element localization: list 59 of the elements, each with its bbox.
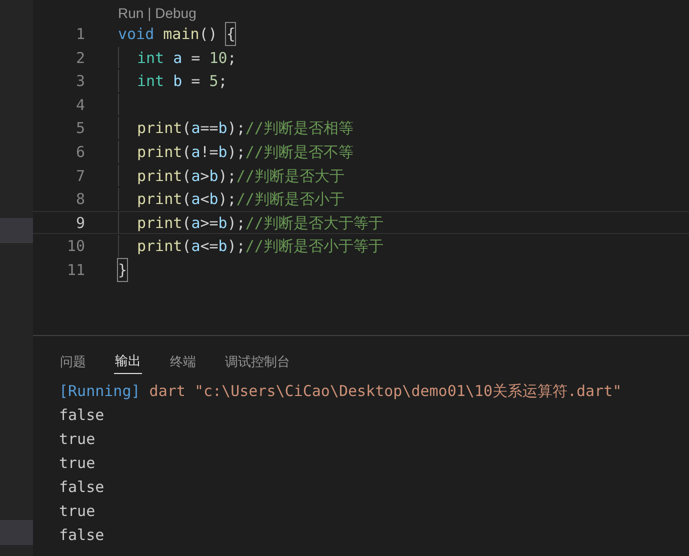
output-line: [Running] dart "c:\Users\CiCao\Desktop\demo01\10关系运算符.dart" [59, 381, 623, 402]
line-number: 5 [74, 118, 85, 139]
variable-name: a [173, 48, 182, 68]
line-number: 8 [74, 189, 85, 210]
output-line: true [59, 501, 96, 522]
line-number: 4 [74, 94, 85, 116]
output-line: true [59, 453, 96, 474]
function-name: print [137, 166, 182, 186]
panel-tab[interactable]: 调试控制台 [224, 349, 291, 374]
variable-name: b [218, 118, 228, 139]
output-line: false [59, 525, 106, 546]
matched-bracket: { [226, 23, 236, 45]
line-number: 3 [74, 71, 85, 92]
function-name: print [137, 189, 182, 210]
line-number: 2 [74, 48, 85, 68]
panel-tab[interactable]: 问题 [59, 349, 87, 374]
line-number: 7 [74, 166, 85, 186]
sidebar-row-highlight[interactable] [0, 218, 33, 243]
variable-name: b [209, 166, 218, 186]
panel-tab[interactable]: 终端 [169, 349, 197, 374]
output-line: true [59, 429, 96, 450]
line-number: 9 [74, 212, 85, 234]
variable-name: a [191, 118, 200, 139]
type-name: int [137, 48, 166, 68]
number-literal: 10 [209, 48, 228, 68]
line-number: 10 [66, 236, 85, 257]
variable-name: b [209, 189, 218, 210]
output-line: false [59, 405, 106, 426]
number-literal: 5 [209, 71, 218, 92]
variable-name: b [218, 212, 228, 234]
code-comment: //判断是否小于等于 [245, 236, 384, 257]
variable-name: a [191, 166, 200, 186]
line-number: 6 [74, 142, 85, 163]
code-comment: //判断是否小于 [236, 189, 344, 210]
code-comment: //判断是否大于等于 [245, 212, 384, 234]
variable-name: b [218, 236, 228, 257]
function-name: print [137, 118, 182, 139]
code-comment: //判断是否不等 [245, 142, 354, 163]
variable-name: b [218, 142, 228, 163]
matched-bracket: } [118, 258, 128, 281]
function-name: print [137, 212, 182, 234]
code-comment: //判断是否相等 [245, 118, 354, 139]
output-line: false [59, 477, 106, 498]
line-number: 11 [66, 260, 85, 281]
variable-name: a [191, 212, 200, 234]
function-name: print [137, 236, 182, 257]
codelens-link[interactable]: Run | Debug [118, 4, 196, 22]
function-name: main [163, 24, 200, 45]
sidebar-row-highlight[interactable] [0, 520, 33, 545]
keyword: void [118, 24, 156, 45]
variable-name: b [173, 71, 182, 92]
variable-name: a [191, 142, 200, 163]
code-comment: //判断是否大于 [236, 166, 344, 186]
line-number: 1 [74, 24, 85, 45]
panel-tab[interactable]: 输出 [114, 349, 142, 374]
variable-name: a [191, 189, 200, 210]
type-name: int [137, 71, 166, 92]
function-name: print [137, 142, 182, 163]
variable-name: a [191, 236, 200, 257]
